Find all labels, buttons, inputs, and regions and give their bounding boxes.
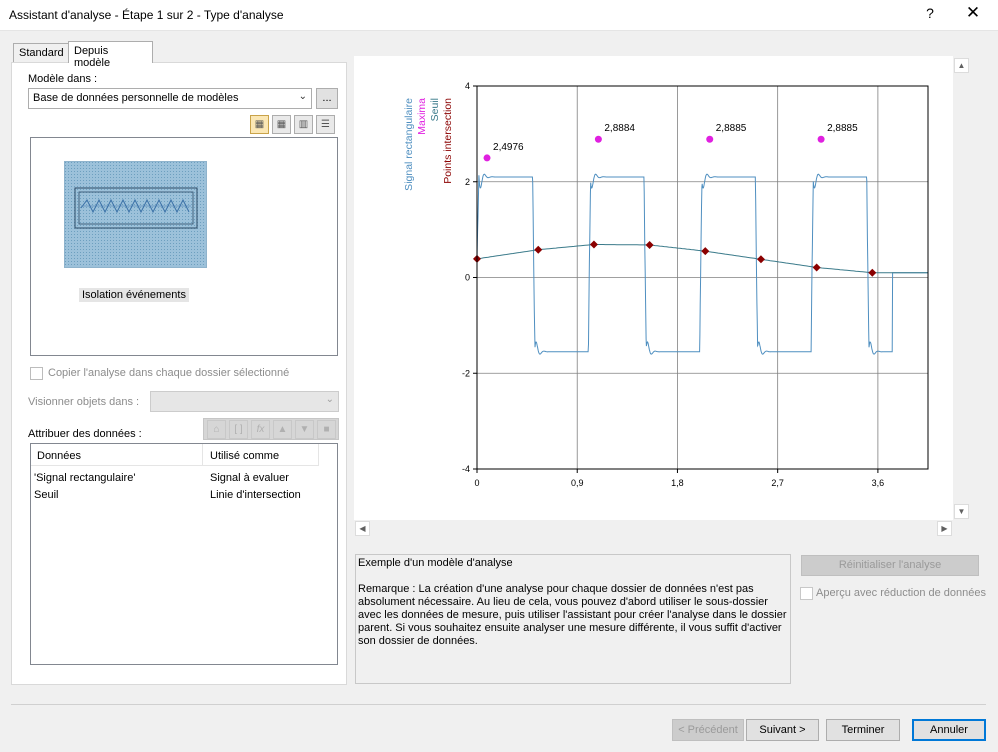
browse-button[interactable]: ... (316, 88, 338, 109)
threshold-line (476, 244, 928, 274)
legend-entry: Seuil (429, 98, 441, 121)
vertical-scrollbar[interactable]: ▲ ▼ (953, 56, 970, 522)
chevron-down-icon: ⌄ (298, 91, 307, 102)
intersection-point (701, 247, 710, 256)
column-header-data[interactable]: Données (37, 450, 81, 462)
finish-button[interactable]: Terminer (826, 719, 900, 741)
view-small-icons-icon[interactable]: ▥ (294, 115, 313, 134)
maximum-label: 2,4976 (493, 142, 524, 153)
intersection-point (868, 268, 877, 277)
column-divider (318, 444, 319, 466)
description-box: Exemple d'un modèle d'analyse Remarque :… (355, 554, 791, 684)
view-objects-label: Visionner objets dans : (28, 396, 140, 408)
template-list: Isolation événements (30, 137, 338, 356)
chart-legend: Signal rectangulaire Maxima Seuil Points in… (403, 98, 454, 191)
close-button[interactable]: ✕ (962, 3, 984, 23)
maximum-point (817, 135, 825, 143)
legend-entry: Maxima (416, 98, 428, 135)
maximum-point (706, 135, 714, 143)
scroll-right-icon[interactable]: ▶ (937, 521, 952, 536)
document-icon[interactable]: ■ (317, 420, 336, 439)
chevron-down-icon: ⌄ (325, 394, 334, 405)
arrow-down-icon[interactable]: ▼ (295, 420, 314, 439)
next-button[interactable]: Suivant > (746, 719, 819, 741)
x-tick-label: 3,6 (872, 478, 885, 488)
bracket-icon[interactable]: [ ] (229, 420, 248, 439)
tab-standard[interactable]: Standard (13, 43, 69, 63)
tab-from-template[interactable]: Depuis modèle (68, 41, 153, 69)
assign-icon[interactable]: ⌂ (207, 420, 226, 439)
x-tick-label: 2,7 (771, 478, 784, 488)
signal-chart: 2,4976 2,8884 2,8885 2,8885 0 0,9 1,8 2,7 3,6 4 2… (403, 81, 929, 488)
y-tick-label: 4 (465, 81, 470, 91)
table-header: Données Utilisé comme (31, 444, 319, 466)
legend-entry: Signal rectangulaire (403, 98, 415, 191)
table-cell: 'Signal rectangulaire' (34, 472, 136, 484)
view-list-icon[interactable]: ☰ (316, 115, 335, 134)
y-tick-label: 2 (465, 177, 470, 187)
copy-analysis-label: Copier l'analyse dans chaque dossier sél… (48, 367, 290, 379)
maximum-label: 2,8885 (827, 123, 858, 134)
help-button[interactable]: ? (920, 5, 940, 21)
model-in-label: Modèle dans : (28, 73, 98, 85)
y-tick-label: -4 (462, 464, 470, 474)
maximum-label: 2,8884 (604, 123, 635, 134)
column-header-used-as[interactable]: Utilisé comme (210, 450, 279, 462)
copy-analysis-checkbox[interactable] (30, 367, 43, 380)
legend-entry: Points intersection (442, 98, 454, 184)
footer-separator (11, 704, 986, 705)
signal-line (476, 173, 928, 355)
scroll-down-icon[interactable]: ▼ (954, 504, 969, 519)
assign-data-label: Attribuer des données : (28, 428, 142, 440)
x-tick-label: 0 (474, 478, 479, 488)
arrow-up-icon[interactable]: ▲ (273, 420, 292, 439)
description-remark: Remarque : La création d'une analyse pou… (358, 583, 787, 647)
preview-reduction-checkbox[interactable] (800, 587, 813, 600)
view-objects-select[interactable]: ⌄ (150, 391, 339, 412)
title-bar: Assistant d'analyse - Étape 1 sur 2 - Ty… (0, 0, 998, 31)
function-icon[interactable]: fx (251, 420, 270, 439)
reset-analysis-button[interactable]: Réinitialiser l'analyse (801, 555, 979, 576)
scroll-left-icon[interactable]: ◀ (355, 521, 370, 536)
y-tick-label: 0 (465, 273, 470, 283)
maximum-point (594, 135, 602, 143)
y-tick-label: -2 (462, 368, 470, 378)
table-cell: Linie d'intersection (210, 489, 301, 501)
table-cell: Signal à evaluer (210, 472, 289, 484)
horizontal-scrollbar[interactable]: ◀ ▶ (354, 520, 953, 537)
maximum-label: 2,8885 (716, 123, 747, 134)
column-divider (202, 444, 203, 466)
maximum-point (483, 154, 491, 162)
x-tick-label: 0,9 (571, 478, 584, 488)
intersection-point (756, 255, 765, 264)
scroll-up-icon[interactable]: ▲ (954, 58, 969, 73)
template-thumbnail[interactable] (64, 161, 207, 268)
data-assignment-table: Données Utilisé comme 'Signal rectangula… (30, 443, 338, 665)
preview-reduction-label: Aperçu avec réduction de données (816, 587, 987, 599)
view-grid-icon[interactable]: ▦ (272, 115, 291, 134)
model-source-value: Base de données personnelle de modèles (33, 92, 239, 104)
model-source-select[interactable]: Base de données personnelle de modèles ⌄ (28, 88, 312, 109)
cancel-button[interactable]: Annuler (912, 719, 986, 741)
window-title: Assistant d'analyse - Étape 1 sur 2 - Ty… (9, 8, 284, 22)
intersection-point (534, 245, 543, 254)
intersection-point (645, 240, 654, 249)
description-heading: Exemple d'un modèle d'analyse (358, 557, 513, 569)
view-large-icons-icon[interactable]: ▦ (250, 115, 269, 134)
template-thumbnail-graphic (65, 162, 206, 267)
x-tick-label: 1,8 (671, 478, 684, 488)
previous-button[interactable]: < Précédent (672, 719, 744, 741)
intersection-point (589, 240, 598, 249)
chart-grid (476, 85, 928, 470)
template-label[interactable]: Isolation événements (79, 288, 189, 302)
table-cell: Seuil (34, 489, 59, 501)
intersection-point (812, 263, 821, 272)
